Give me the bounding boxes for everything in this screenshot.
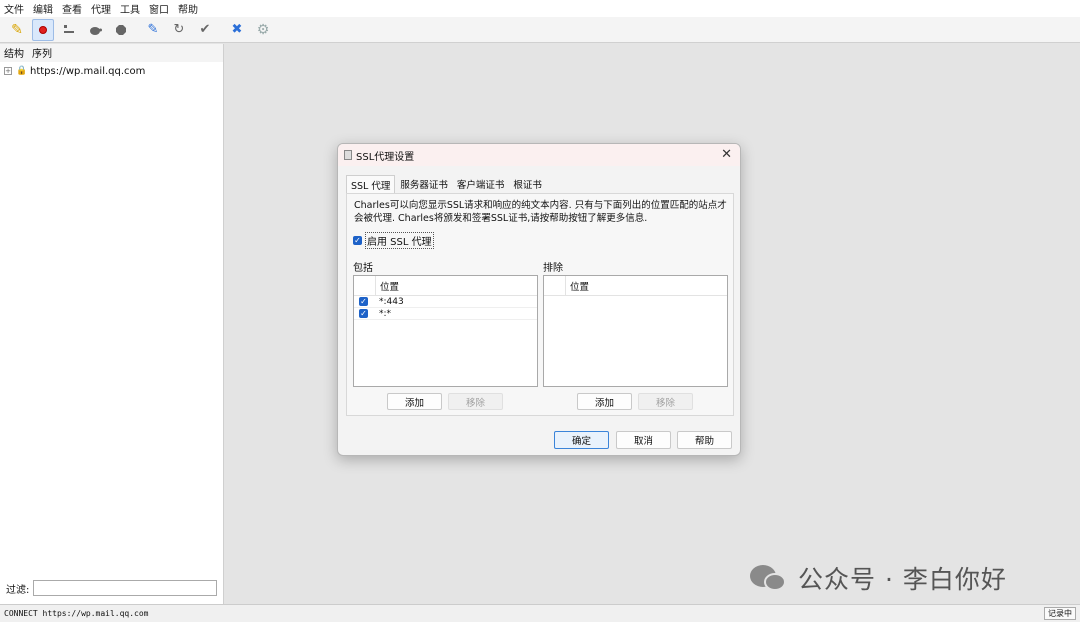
description-text: Charles可以向您显示SSL请求和响应的纯文本内容. 只有与下面列出的位置匹…	[354, 200, 727, 224]
ok-button[interactable]: 确定	[554, 431, 609, 449]
location-cell: *:443	[379, 296, 404, 307]
tree-item[interactable]: + 🔒 https://wp.mail.qq.com	[0, 63, 223, 79]
row-checkbox[interactable]: ✓	[359, 309, 368, 318]
tab-server-cert[interactable]: 服务器证书	[396, 175, 452, 194]
table-row[interactable]: ✓ *:*	[354, 308, 537, 320]
menu-help[interactable]: 帮助	[178, 1, 198, 16]
dialog-tabs: SSL 代理 服务器证书 客户端证书 根证书	[346, 175, 547, 194]
check-icon: ✔	[199, 22, 211, 37]
filter-label: 过滤:	[6, 584, 30, 596]
menu-view[interactable]: 查看	[62, 1, 82, 16]
status-bar: CONNECT https://wp.mail.qq.com 记录中	[0, 604, 1080, 622]
exclude-remove-button[interactable]: 移除	[638, 393, 693, 410]
recording-indicator[interactable]: 记录中	[1044, 607, 1076, 620]
close-icon[interactable]: ✕	[721, 147, 732, 162]
menu-edit[interactable]: 编辑	[33, 1, 53, 16]
tools-icon: ✖	[231, 22, 243, 37]
include-title: 包括	[353, 263, 373, 274]
tab-ssl-proxy[interactable]: SSL 代理	[346, 175, 396, 194]
turtle-icon	[90, 26, 102, 35]
dialog-titlebar: SSL代理设置 ✕	[338, 144, 740, 166]
validate-button[interactable]: ✔	[194, 19, 216, 41]
view-tabs: 结构 序列	[0, 44, 223, 62]
tab-structure[interactable]: 结构	[4, 45, 24, 62]
compose-button[interactable]: ✎	[142, 19, 164, 41]
tab-client-cert[interactable]: 客户端证书	[453, 175, 509, 194]
filter-input[interactable]	[33, 580, 218, 596]
pen-icon: ✎	[147, 22, 159, 37]
exclude-list-header: 位置	[544, 276, 727, 296]
exclude-add-button[interactable]: 添加	[577, 393, 632, 410]
menu-window[interactable]: 窗口	[149, 1, 169, 16]
record-icon	[39, 25, 47, 34]
tools-button[interactable]: ✖	[226, 19, 248, 41]
include-list[interactable]: 位置 ✓ *:443 ✓ *:*	[353, 275, 538, 387]
enable-ssl-proxy-checkbox[interactable]: ✓ 启用 SSL 代理	[353, 232, 434, 249]
menu-file[interactable]: 文件	[4, 1, 24, 16]
row-checkbox[interactable]: ✓	[359, 297, 368, 306]
menu-tools[interactable]: 工具	[120, 1, 140, 16]
filter-bar: 过滤:	[0, 578, 224, 598]
include-list-header: 位置	[354, 276, 537, 296]
refresh-icon: ↻	[173, 22, 185, 37]
throttle-icon	[64, 24, 74, 33]
throttle-button[interactable]	[58, 19, 80, 41]
menu-proxy[interactable]: 代理	[91, 1, 111, 16]
tab-panel: Charles可以向您显示SSL请求和响应的纯文本内容. 只有与下面列出的位置匹…	[346, 193, 734, 416]
settings-button[interactable]: ⚙	[252, 19, 274, 41]
status-text: CONNECT https://wp.mail.qq.com	[4, 609, 149, 618]
menu-bar: 文件 编辑 查看 代理 工具 窗口 帮助	[0, 0, 1080, 17]
wechat-icon	[750, 563, 788, 593]
include-add-button[interactable]: 添加	[387, 393, 442, 410]
column-location[interactable]: 位置	[566, 279, 589, 293]
tree-item-label: https://wp.mail.qq.com	[30, 65, 146, 77]
dialog-title: SSL代理设置	[356, 151, 415, 163]
exclude-list[interactable]: 位置	[543, 275, 728, 387]
gear-icon: ⚙	[256, 21, 270, 38]
location-cell: *:*	[379, 308, 392, 319]
exclude-title: 排除	[543, 263, 563, 274]
stop-button[interactable]	[110, 19, 132, 41]
repeat-button[interactable]: ↻	[168, 19, 190, 41]
toolbar: ✎ ✎ ↻ ✔ ✖ ⚙	[0, 17, 1080, 43]
cancel-button[interactable]: 取消	[616, 431, 671, 449]
lock-icon: 🔒	[16, 66, 28, 76]
tab-sequence[interactable]: 序列	[32, 45, 52, 62]
include-remove-button[interactable]: 移除	[448, 393, 503, 410]
breakpoints-button[interactable]	[84, 19, 106, 41]
column-location[interactable]: 位置	[376, 279, 399, 293]
watermark-text: 公众号 · 李白你好	[798, 565, 1007, 594]
checkbox-checked-icon[interactable]: ✓	[353, 236, 362, 245]
expand-icon[interactable]: +	[4, 67, 12, 75]
tab-root-cert[interactable]: 根证书	[509, 175, 546, 194]
left-panel: 结构 序列 + 🔒 https://wp.mail.qq.com 过滤:	[0, 44, 224, 604]
enable-ssl-proxy-label[interactable]: 启用 SSL 代理	[365, 232, 434, 249]
table-row[interactable]: ✓ *:443	[354, 296, 537, 308]
watermark: 公众号 · 李白你好	[750, 560, 1007, 596]
stop-icon	[116, 24, 126, 35]
ssl-proxy-settings-dialog: SSL代理设置 ✕ SSL 代理 服务器证书 客户端证书 根证书 Charles…	[337, 143, 741, 456]
record-button[interactable]	[32, 18, 54, 41]
help-button[interactable]: 帮助	[677, 431, 732, 449]
broom-icon: ✎	[11, 21, 23, 38]
dialog-icon	[344, 150, 352, 160]
clear-button[interactable]: ✎	[6, 19, 28, 41]
